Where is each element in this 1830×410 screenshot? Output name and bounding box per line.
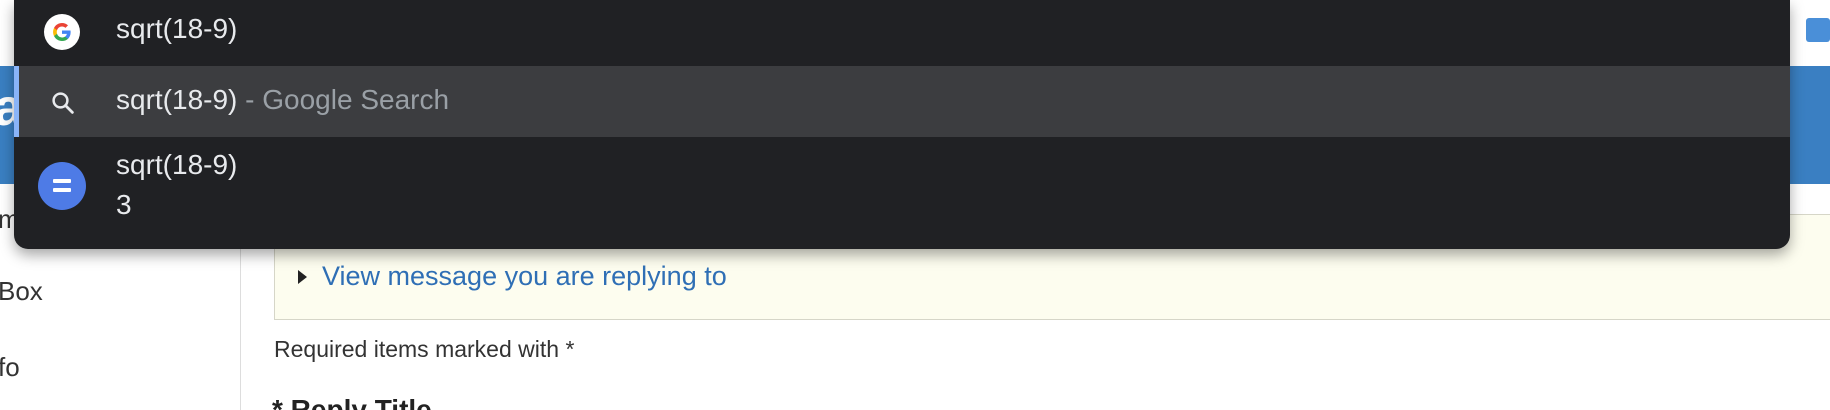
calculator-icon — [38, 162, 86, 210]
calculator-query: sqrt(18-9) — [116, 149, 238, 180]
folder-icon[interactable] — [1806, 18, 1830, 42]
suggestion-search-text[interactable]: sqrt(18-9) - Google Search — [116, 84, 449, 116]
omnibox-dropdown: sqrt(18-9) sqrt(18-9) - Google Search sq… — [14, 0, 1790, 249]
expand-triangle-icon[interactable] — [298, 270, 307, 284]
google-g-icon — [44, 14, 80, 50]
search-icon — [52, 92, 74, 114]
browser-viewport: a m Box fo View message you are replying… — [0, 0, 1830, 410]
suggestion-calculator[interactable] — [14, 137, 1790, 249]
omnibox-input-row[interactable]: sqrt(18-9) — [14, 0, 1790, 66]
suggestion-suffix: - Google Search — [237, 84, 450, 115]
calculator-result: 3 — [116, 189, 132, 220]
suggestion-query: sqrt(18-9) — [116, 84, 238, 115]
reply-title-label: * Reply Title — [272, 394, 432, 410]
sidebar-item[interactable]: fo — [0, 352, 20, 383]
view-message-link[interactable]: View message you are replying to — [322, 261, 727, 292]
sidebar-item[interactable]: Box — [0, 276, 43, 307]
selection-indicator — [14, 66, 19, 137]
required-items-note: Required items marked with * — [274, 336, 575, 362]
omnibox-input[interactable]: sqrt(18-9) — [116, 13, 237, 45]
